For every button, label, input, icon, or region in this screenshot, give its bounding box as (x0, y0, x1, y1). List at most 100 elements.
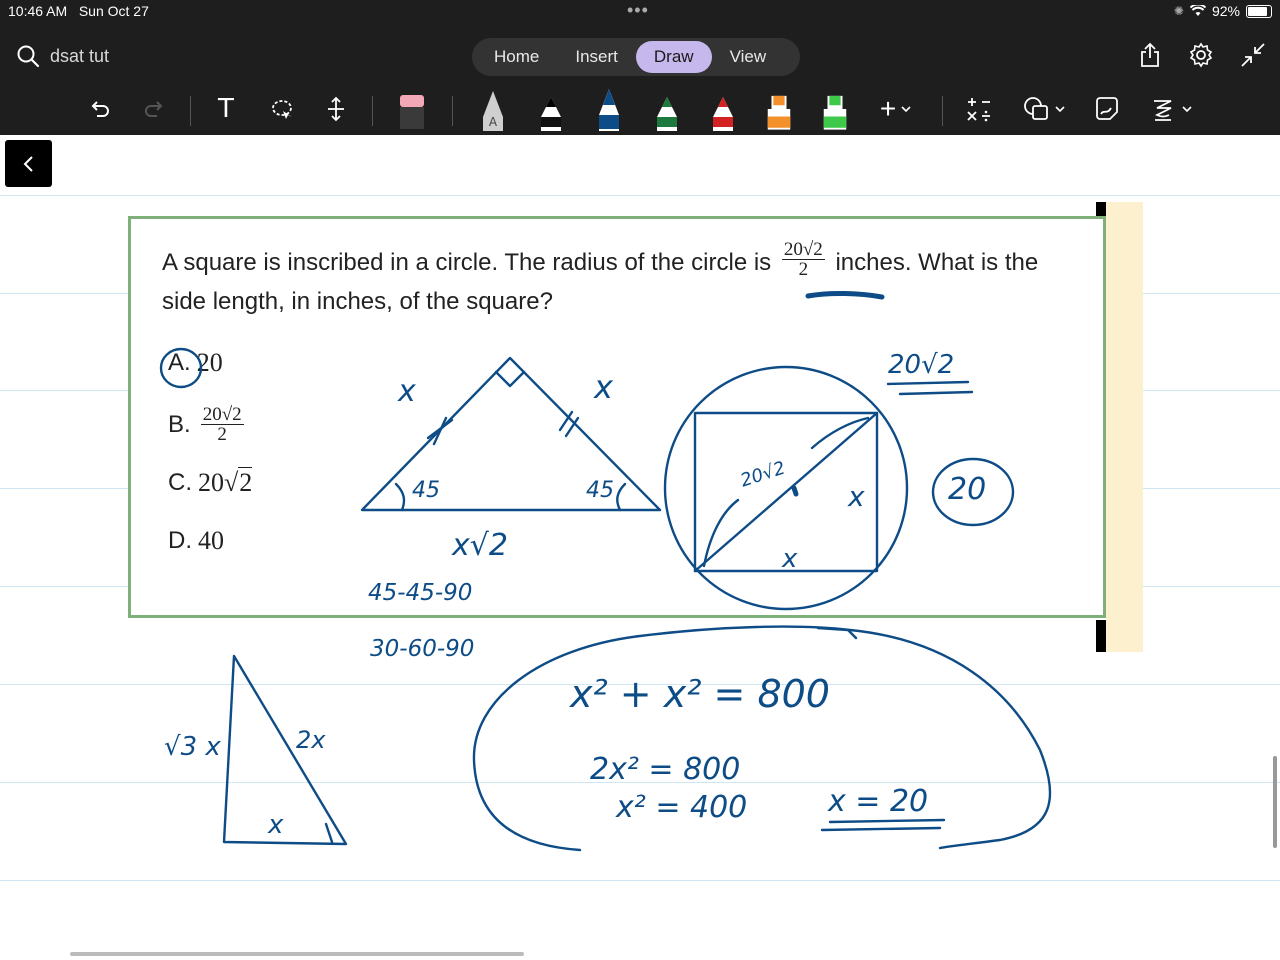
question-text-before: A square is inscribed in a circle. The r… (162, 249, 772, 276)
undo-button[interactable] (86, 88, 114, 130)
ink-label-small-bottom: x (268, 810, 284, 840)
chevron-down-icon (1182, 106, 1192, 113)
ink-to-text-button[interactable] (1146, 88, 1196, 130)
lasso-icon (272, 100, 292, 119)
option-c[interactable]: C. 20√2 (168, 467, 253, 498)
ink-label-angle-right: 45 (586, 478, 614, 503)
share-icon[interactable] (1138, 42, 1162, 68)
pen-green-icon (657, 97, 677, 131)
math-icon (967, 98, 990, 122)
ink-to-shape-button[interactable] (1092, 88, 1122, 130)
pen-navy-button[interactable] (594, 88, 624, 131)
ruled-line (0, 195, 1280, 196)
ink-label-leg-right: x (594, 368, 613, 406)
tab-draw[interactable]: Draw (635, 41, 712, 73)
text-tool-button[interactable]: T (212, 88, 240, 130)
option-b-fraction: 20√2 2 (200, 404, 244, 445)
ink-equation-3: x² = 400 (616, 790, 748, 825)
add-pen-button[interactable]: + (872, 88, 920, 130)
pen-green-button[interactable] (652, 88, 682, 131)
back-button[interactable] (5, 140, 52, 187)
highlighter-green-icon (823, 95, 847, 130)
multitasking-dots-icon[interactable]: ••• (627, 0, 649, 21)
option-d[interactable]: D. 40 (168, 526, 224, 556)
add-space-icon (328, 96, 344, 122)
home-indicator[interactable] (70, 952, 524, 956)
pen-gray-button[interactable]: A (478, 88, 508, 131)
ink-label-ratio-45: 45-45-90 (368, 580, 473, 606)
battery-percent: 92% (1211, 3, 1240, 19)
tab-insert[interactable]: Insert (557, 41, 636, 73)
app-chrome: 10:46 AM Sun Oct 27 ••• ✺ 92% dsat tut H… (0, 0, 1280, 135)
sqrt-symbol: √2 (224, 467, 253, 497)
ink-loop (472, 625, 1052, 852)
tab-view[interactable]: View (712, 41, 785, 73)
math-button[interactable] (964, 88, 994, 130)
resize-handle[interactable] (1096, 202, 1106, 216)
top-right-icons (1138, 42, 1266, 68)
highlighter-orange-button[interactable] (764, 88, 794, 130)
radius-fraction: 20√2 2 (781, 239, 825, 281)
draw-toolbar: T A + (0, 88, 1280, 134)
toolbar-divider (372, 96, 373, 126)
redo-icon (145, 101, 163, 117)
redo-button[interactable] (140, 88, 168, 130)
eraser-icon (400, 95, 424, 129)
shapes-button[interactable] (1018, 88, 1070, 130)
toolbar-divider (452, 96, 453, 126)
ink-label-ratio-30: 30-60-90 (370, 636, 475, 662)
ink-label-angle-left: 45 (412, 478, 440, 503)
status-time: 10:46 AM Sun Oct 27 (8, 3, 149, 19)
add-space-button[interactable] (322, 88, 350, 130)
ink-label-side-right: x (848, 480, 865, 513)
chevron-down-icon (1055, 106, 1065, 113)
search-area[interactable]: dsat tut (16, 44, 109, 68)
ruled-line (0, 880, 1280, 881)
collapse-icon[interactable] (1240, 42, 1266, 68)
toolbar-divider (190, 96, 191, 126)
battery-icon (1246, 4, 1272, 18)
ink-answer-underline (820, 818, 946, 832)
lasso-select-button[interactable] (268, 88, 296, 130)
ink-to-text-icon (1154, 100, 1172, 121)
chevron-left-icon (23, 155, 33, 172)
option-a[interactable]: A. 20 (168, 348, 223, 378)
wifi-icon (1189, 5, 1206, 16)
ink-label-small-left: √3 x (164, 732, 221, 762)
ink-label-hypotenuse: x√2 (452, 528, 508, 563)
resize-handle[interactable] (1096, 620, 1106, 652)
pen-red-icon (713, 97, 733, 131)
page-scrollbar[interactable] (1273, 756, 1277, 848)
chevron-down-icon (901, 106, 911, 113)
option-b[interactable]: B. 20√2 2 (168, 405, 248, 444)
highlighter-orange-icon (767, 95, 791, 130)
search-icon[interactable] (16, 44, 40, 68)
highlighter-green-button[interactable] (820, 88, 850, 130)
ink-equation-1: x² + x² = 800 (570, 672, 830, 716)
pen-navy-icon (599, 89, 619, 131)
ink-label-small-right: 2x (296, 726, 326, 754)
ink-to-shape-icon (1096, 97, 1118, 120)
side-note-strip[interactable] (1106, 202, 1143, 652)
gear-icon[interactable] (1188, 42, 1214, 68)
question-text: A square is inscribed in a circle. The r… (162, 240, 1062, 320)
toolbar-divider (942, 96, 943, 126)
pen-black-button[interactable] (536, 88, 566, 131)
undo-icon (91, 101, 109, 117)
tab-home[interactable]: Home (476, 41, 557, 73)
ribbon-tabs: Home Insert Draw View (472, 38, 800, 76)
ink-circled-answer: 20 (948, 472, 987, 507)
ink-label-leg-left: x (398, 374, 416, 409)
ink-equation-4: x = 20 (828, 784, 929, 819)
ink-note-top: 20√2 (888, 350, 955, 380)
pen-gray-icon: A (483, 91, 503, 131)
eraser-button[interactable] (396, 88, 428, 130)
ink-equation-2: 2x² = 800 (590, 752, 741, 787)
status-right: ✺ 92% (1174, 3, 1272, 19)
ink-small-tri-mark (324, 822, 334, 844)
plus-icon: + (879, 93, 897, 124)
pen-black-icon (541, 97, 561, 131)
notebook-title[interactable]: dsat tut (50, 46, 109, 67)
svg-text:A: A (489, 115, 498, 129)
pen-red-button[interactable] (708, 88, 738, 131)
